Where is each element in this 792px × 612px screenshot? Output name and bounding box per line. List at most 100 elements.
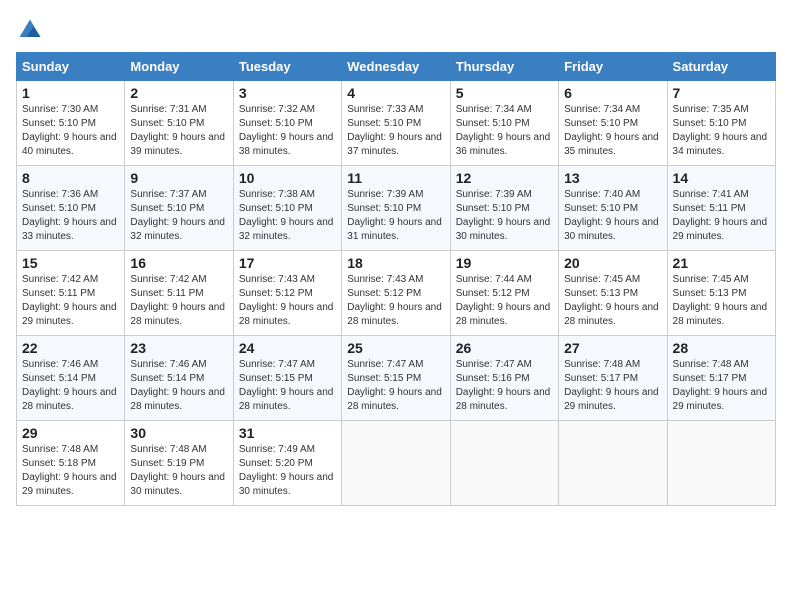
day-info: Sunrise: 7:34 AM Sunset: 5:10 PM Dayligh… bbox=[564, 103, 661, 159]
day-number: 7 bbox=[673, 85, 770, 101]
day-number: 4 bbox=[347, 85, 444, 101]
day-info: Sunrise: 7:30 AM Sunset: 5:10 PM Dayligh… bbox=[22, 103, 119, 159]
day-number: 1 bbox=[22, 85, 119, 101]
calendar-day-cell: 9 Sunrise: 7:37 AM Sunset: 5:10 PM Dayli… bbox=[125, 166, 233, 251]
day-number: 21 bbox=[673, 255, 770, 271]
day-number: 3 bbox=[239, 85, 336, 101]
calendar-week-row: 8 Sunrise: 7:36 AM Sunset: 5:10 PM Dayli… bbox=[17, 166, 776, 251]
calendar-day-cell: 4 Sunrise: 7:33 AM Sunset: 5:10 PM Dayli… bbox=[342, 81, 450, 166]
day-number: 19 bbox=[456, 255, 553, 271]
calendar-day-cell bbox=[450, 421, 558, 506]
calendar-day-cell: 3 Sunrise: 7:32 AM Sunset: 5:10 PM Dayli… bbox=[233, 81, 341, 166]
calendar-day-cell: 16 Sunrise: 7:42 AM Sunset: 5:11 PM Dayl… bbox=[125, 251, 233, 336]
calendar-week-row: 22 Sunrise: 7:46 AM Sunset: 5:14 PM Dayl… bbox=[17, 336, 776, 421]
calendar-day-cell: 8 Sunrise: 7:36 AM Sunset: 5:10 PM Dayli… bbox=[17, 166, 125, 251]
calendar-day-cell: 25 Sunrise: 7:47 AM Sunset: 5:15 PM Dayl… bbox=[342, 336, 450, 421]
logo-icon bbox=[16, 16, 44, 44]
calendar-day-cell: 10 Sunrise: 7:38 AM Sunset: 5:10 PM Dayl… bbox=[233, 166, 341, 251]
day-number: 2 bbox=[130, 85, 227, 101]
day-number: 6 bbox=[564, 85, 661, 101]
day-number: 8 bbox=[22, 170, 119, 186]
calendar-day-cell: 11 Sunrise: 7:39 AM Sunset: 5:10 PM Dayl… bbox=[342, 166, 450, 251]
calendar-week-row: 29 Sunrise: 7:48 AM Sunset: 5:18 PM Dayl… bbox=[17, 421, 776, 506]
day-number: 22 bbox=[22, 340, 119, 356]
day-info: Sunrise: 7:47 AM Sunset: 5:16 PM Dayligh… bbox=[456, 358, 553, 414]
calendar-day-cell: 22 Sunrise: 7:46 AM Sunset: 5:14 PM Dayl… bbox=[17, 336, 125, 421]
calendar-table: SundayMondayTuesdayWednesdayThursdayFrid… bbox=[16, 52, 776, 506]
day-info: Sunrise: 7:44 AM Sunset: 5:12 PM Dayligh… bbox=[456, 273, 553, 329]
day-info: Sunrise: 7:48 AM Sunset: 5:17 PM Dayligh… bbox=[673, 358, 770, 414]
day-info: Sunrise: 7:43 AM Sunset: 5:12 PM Dayligh… bbox=[347, 273, 444, 329]
calendar-day-cell: 31 Sunrise: 7:49 AM Sunset: 5:20 PM Dayl… bbox=[233, 421, 341, 506]
day-info: Sunrise: 7:45 AM Sunset: 5:13 PM Dayligh… bbox=[564, 273, 661, 329]
day-number: 9 bbox=[130, 170, 227, 186]
day-number: 29 bbox=[22, 425, 119, 441]
day-info: Sunrise: 7:46 AM Sunset: 5:14 PM Dayligh… bbox=[22, 358, 119, 414]
day-number: 10 bbox=[239, 170, 336, 186]
weekday-header: Monday bbox=[125, 53, 233, 81]
weekday-header: Thursday bbox=[450, 53, 558, 81]
day-info: Sunrise: 7:46 AM Sunset: 5:14 PM Dayligh… bbox=[130, 358, 227, 414]
calendar-week-row: 15 Sunrise: 7:42 AM Sunset: 5:11 PM Dayl… bbox=[17, 251, 776, 336]
day-info: Sunrise: 7:31 AM Sunset: 5:10 PM Dayligh… bbox=[130, 103, 227, 159]
day-info: Sunrise: 7:42 AM Sunset: 5:11 PM Dayligh… bbox=[22, 273, 119, 329]
day-number: 17 bbox=[239, 255, 336, 271]
calendar-day-cell: 13 Sunrise: 7:40 AM Sunset: 5:10 PM Dayl… bbox=[559, 166, 667, 251]
day-info: Sunrise: 7:39 AM Sunset: 5:10 PM Dayligh… bbox=[456, 188, 553, 244]
weekday-header: Friday bbox=[559, 53, 667, 81]
day-number: 23 bbox=[130, 340, 227, 356]
day-info: Sunrise: 7:48 AM Sunset: 5:18 PM Dayligh… bbox=[22, 443, 119, 499]
day-info: Sunrise: 7:39 AM Sunset: 5:10 PM Dayligh… bbox=[347, 188, 444, 244]
page-header bbox=[16, 16, 776, 44]
calendar-day-cell: 7 Sunrise: 7:35 AM Sunset: 5:10 PM Dayli… bbox=[667, 81, 775, 166]
calendar-day-cell: 28 Sunrise: 7:48 AM Sunset: 5:17 PM Dayl… bbox=[667, 336, 775, 421]
day-number: 12 bbox=[456, 170, 553, 186]
day-number: 30 bbox=[130, 425, 227, 441]
calendar-day-cell: 23 Sunrise: 7:46 AM Sunset: 5:14 PM Dayl… bbox=[125, 336, 233, 421]
day-info: Sunrise: 7:45 AM Sunset: 5:13 PM Dayligh… bbox=[673, 273, 770, 329]
calendar-day-cell: 14 Sunrise: 7:41 AM Sunset: 5:11 PM Dayl… bbox=[667, 166, 775, 251]
day-info: Sunrise: 7:42 AM Sunset: 5:11 PM Dayligh… bbox=[130, 273, 227, 329]
calendar-day-cell: 26 Sunrise: 7:47 AM Sunset: 5:16 PM Dayl… bbox=[450, 336, 558, 421]
calendar-day-cell: 17 Sunrise: 7:43 AM Sunset: 5:12 PM Dayl… bbox=[233, 251, 341, 336]
day-number: 18 bbox=[347, 255, 444, 271]
calendar-day-cell: 2 Sunrise: 7:31 AM Sunset: 5:10 PM Dayli… bbox=[125, 81, 233, 166]
calendar-header-row: SundayMondayTuesdayWednesdayThursdayFrid… bbox=[17, 53, 776, 81]
weekday-header: Tuesday bbox=[233, 53, 341, 81]
calendar-day-cell bbox=[559, 421, 667, 506]
calendar-day-cell: 24 Sunrise: 7:47 AM Sunset: 5:15 PM Dayl… bbox=[233, 336, 341, 421]
calendar-day-cell: 12 Sunrise: 7:39 AM Sunset: 5:10 PM Dayl… bbox=[450, 166, 558, 251]
day-number: 14 bbox=[673, 170, 770, 186]
day-info: Sunrise: 7:32 AM Sunset: 5:10 PM Dayligh… bbox=[239, 103, 336, 159]
calendar-day-cell bbox=[342, 421, 450, 506]
day-number: 24 bbox=[239, 340, 336, 356]
calendar-day-cell bbox=[667, 421, 775, 506]
weekday-header: Saturday bbox=[667, 53, 775, 81]
day-info: Sunrise: 7:40 AM Sunset: 5:10 PM Dayligh… bbox=[564, 188, 661, 244]
day-info: Sunrise: 7:47 AM Sunset: 5:15 PM Dayligh… bbox=[347, 358, 444, 414]
calendar-day-cell: 15 Sunrise: 7:42 AM Sunset: 5:11 PM Dayl… bbox=[17, 251, 125, 336]
calendar-day-cell: 20 Sunrise: 7:45 AM Sunset: 5:13 PM Dayl… bbox=[559, 251, 667, 336]
day-info: Sunrise: 7:43 AM Sunset: 5:12 PM Dayligh… bbox=[239, 273, 336, 329]
weekday-header: Wednesday bbox=[342, 53, 450, 81]
day-info: Sunrise: 7:35 AM Sunset: 5:10 PM Dayligh… bbox=[673, 103, 770, 159]
day-number: 16 bbox=[130, 255, 227, 271]
logo bbox=[16, 16, 48, 44]
day-number: 27 bbox=[564, 340, 661, 356]
calendar-day-cell: 1 Sunrise: 7:30 AM Sunset: 5:10 PM Dayli… bbox=[17, 81, 125, 166]
calendar-day-cell: 19 Sunrise: 7:44 AM Sunset: 5:12 PM Dayl… bbox=[450, 251, 558, 336]
day-info: Sunrise: 7:49 AM Sunset: 5:20 PM Dayligh… bbox=[239, 443, 336, 499]
calendar-day-cell: 6 Sunrise: 7:34 AM Sunset: 5:10 PM Dayli… bbox=[559, 81, 667, 166]
calendar-week-row: 1 Sunrise: 7:30 AM Sunset: 5:10 PM Dayli… bbox=[17, 81, 776, 166]
day-number: 11 bbox=[347, 170, 444, 186]
day-number: 25 bbox=[347, 340, 444, 356]
calendar-day-cell: 5 Sunrise: 7:34 AM Sunset: 5:10 PM Dayli… bbox=[450, 81, 558, 166]
day-info: Sunrise: 7:34 AM Sunset: 5:10 PM Dayligh… bbox=[456, 103, 553, 159]
calendar-day-cell: 27 Sunrise: 7:48 AM Sunset: 5:17 PM Dayl… bbox=[559, 336, 667, 421]
day-info: Sunrise: 7:38 AM Sunset: 5:10 PM Dayligh… bbox=[239, 188, 336, 244]
weekday-header: Sunday bbox=[17, 53, 125, 81]
calendar-day-cell: 18 Sunrise: 7:43 AM Sunset: 5:12 PM Dayl… bbox=[342, 251, 450, 336]
day-info: Sunrise: 7:48 AM Sunset: 5:17 PM Dayligh… bbox=[564, 358, 661, 414]
day-info: Sunrise: 7:37 AM Sunset: 5:10 PM Dayligh… bbox=[130, 188, 227, 244]
day-number: 5 bbox=[456, 85, 553, 101]
